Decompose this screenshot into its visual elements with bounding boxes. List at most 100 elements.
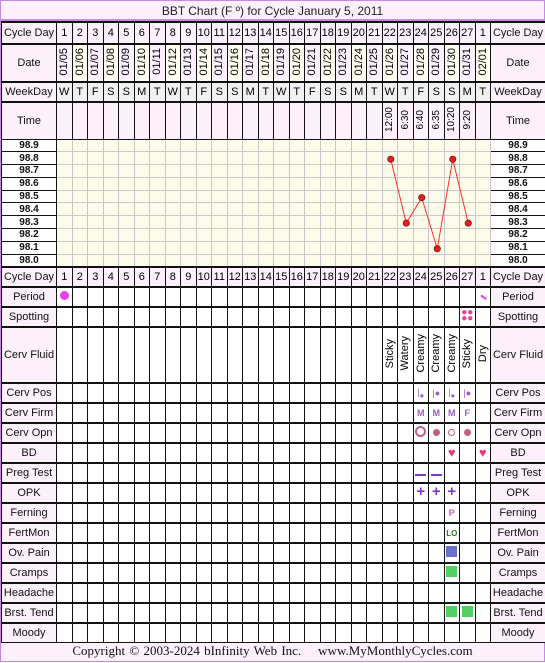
cramps-cell[interactable] [88, 563, 104, 583]
cramps-cell[interactable] [212, 563, 228, 583]
cerv_pos-cell[interactable] [227, 383, 243, 403]
ferning-cell[interactable] [398, 503, 414, 523]
temp-cell[interactable] [88, 203, 104, 216]
temp-cell[interactable] [320, 203, 336, 216]
spotting-cell[interactable]: ●●●● [460, 307, 476, 327]
temp-cell[interactable] [72, 139, 88, 152]
cerv_firm-cell[interactable] [88, 403, 104, 423]
preg_test-cell[interactable] [212, 463, 228, 483]
opk-cell[interactable] [150, 483, 166, 503]
headache-cell[interactable] [429, 583, 445, 603]
ferning-cell[interactable] [382, 503, 398, 523]
period-cell[interactable] [88, 287, 104, 307]
date-cell[interactable]: 01/25 [367, 44, 383, 82]
temp-cell[interactable] [88, 254, 104, 267]
ov_pain-cell[interactable] [181, 543, 197, 563]
temp-cell[interactable] [382, 203, 398, 216]
cycle_day-cell[interactable]: 9 [181, 22, 197, 44]
cerv_firm-cell[interactable] [134, 403, 150, 423]
cerv_fluid-cell[interactable]: Dry [475, 327, 491, 383]
period-cell[interactable] [274, 287, 290, 307]
temp-cell[interactable] [212, 241, 228, 254]
cerv_fluid-cell[interactable] [103, 327, 119, 383]
cerv_fluid-cell[interactable]: Watery [398, 327, 414, 383]
date-cell[interactable]: 01/24 [351, 44, 367, 82]
fertmon-cell[interactable] [351, 523, 367, 543]
temp-cell[interactable] [289, 216, 305, 229]
brst_tend-cell[interactable] [398, 603, 414, 623]
cerv_firm-cell[interactable] [181, 403, 197, 423]
cerv_fluid-cell[interactable] [88, 327, 104, 383]
temp-cell[interactable] [243, 190, 259, 203]
weekday-cell[interactable]: T [258, 82, 274, 102]
temp-cell[interactable] [150, 229, 166, 242]
opk-cell[interactable] [382, 483, 398, 503]
weekday-cell[interactable]: F [196, 82, 212, 102]
temp-cell[interactable] [274, 254, 290, 267]
spotting-cell[interactable] [258, 307, 274, 327]
temp-cell[interactable] [243, 152, 259, 165]
headache-cell[interactable] [351, 583, 367, 603]
temp-cell[interactable] [57, 139, 73, 152]
temp-cell[interactable] [227, 165, 243, 178]
cerv_pos-cell[interactable]: |● [460, 383, 476, 403]
temp-cell[interactable] [196, 152, 212, 165]
temp-cell[interactable] [165, 216, 181, 229]
temp-cell[interactable] [320, 216, 336, 229]
temp-cell[interactable] [88, 229, 104, 242]
cerv_pos-cell[interactable]: |● [413, 383, 429, 403]
preg_test-cell[interactable] [227, 463, 243, 483]
preg_test-cell[interactable] [274, 463, 290, 483]
brst_tend-cell[interactable] [305, 603, 321, 623]
ov_pain-cell[interactable] [212, 543, 228, 563]
temp-cell[interactable] [382, 165, 398, 178]
preg_test-cell[interactable] [305, 463, 321, 483]
cerv_pos-cell[interactable] [119, 383, 135, 403]
cycle_day-cell[interactable]: 16 [289, 22, 305, 44]
temp-cell[interactable] [165, 190, 181, 203]
temp-cell[interactable] [351, 254, 367, 267]
cycle_day-cell[interactable]: 17 [305, 267, 321, 287]
opk-cell[interactable] [305, 483, 321, 503]
temp-cell[interactable] [119, 190, 135, 203]
date-cell[interactable]: 01/18 [258, 44, 274, 82]
temp-cell[interactable] [88, 165, 104, 178]
temp-cell[interactable] [181, 216, 197, 229]
cramps-cell[interactable] [227, 563, 243, 583]
temp-cell[interactable] [367, 241, 383, 254]
moody-cell[interactable] [57, 623, 73, 643]
temp-cell[interactable] [227, 254, 243, 267]
cycle_day-cell[interactable]: 20 [351, 267, 367, 287]
fertmon-cell[interactable] [289, 523, 305, 543]
temp-cell[interactable] [165, 139, 181, 152]
date-cell[interactable]: 02/01 [475, 44, 491, 82]
cerv_opn-cell[interactable] [227, 423, 243, 443]
fertmon-cell[interactable] [367, 523, 383, 543]
temp-cell[interactable] [103, 165, 119, 178]
temp-cell[interactable] [351, 190, 367, 203]
temp-cell[interactable] [382, 152, 398, 165]
moody-cell[interactable] [336, 623, 352, 643]
temp-cell[interactable] [413, 190, 429, 203]
headache-cell[interactable] [475, 583, 491, 603]
temp-cell[interactable] [212, 203, 228, 216]
spotting-cell[interactable] [165, 307, 181, 327]
cerv_firm-cell[interactable] [382, 403, 398, 423]
temp-cell[interactable] [429, 177, 445, 190]
cycle_day-cell[interactable]: 13 [243, 267, 259, 287]
temp-cell[interactable] [212, 190, 228, 203]
time-cell[interactable] [289, 102, 305, 139]
temp-cell[interactable] [243, 177, 259, 190]
temp-cell[interactable] [227, 216, 243, 229]
fertmon-cell[interactable] [274, 523, 290, 543]
temp-cell[interactable] [134, 216, 150, 229]
ov_pain-cell[interactable] [289, 543, 305, 563]
spotting-cell[interactable] [289, 307, 305, 327]
opk-cell[interactable] [212, 483, 228, 503]
bd-cell[interactable]: ♥ [444, 443, 460, 463]
opk-cell[interactable] [460, 483, 476, 503]
bd-cell[interactable] [88, 443, 104, 463]
temp-cell[interactable] [274, 216, 290, 229]
temp-cell[interactable] [103, 152, 119, 165]
date-cell[interactable]: 01/21 [305, 44, 321, 82]
